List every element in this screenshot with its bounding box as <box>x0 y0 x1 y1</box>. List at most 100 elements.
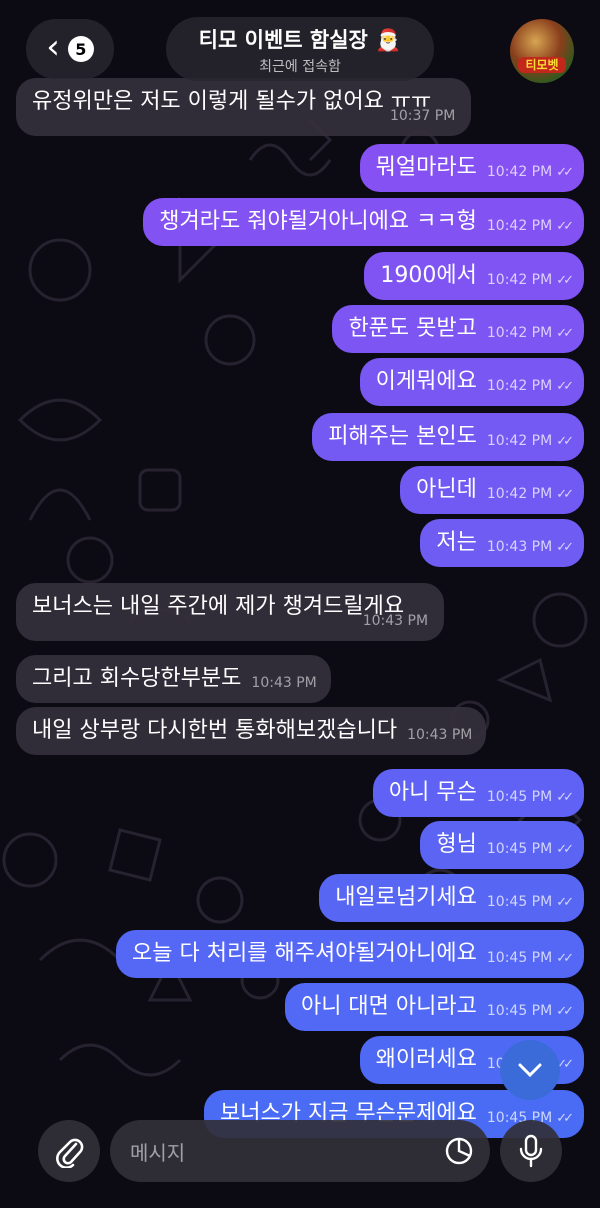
message-time: 10:43 PM ✓✓ <box>486 533 574 562</box>
message-text: 오늘 다 처리를 해주셔야될거아니에요 <box>132 941 477 966</box>
message-text: 아닌데 <box>416 477 477 502</box>
chat-status: 최근에 접속함 <box>259 59 341 75</box>
read-checkmarks-icon: ✓✓ <box>556 951 574 966</box>
outgoing-message[interactable]: 내일로넘기세요 10:45 PM ✓✓ <box>319 874 584 922</box>
message-text: 형님 <box>436 832 477 857</box>
outgoing-message[interactable]: 저는 10:43 PM ✓✓ <box>420 519 584 567</box>
chat-title-pill[interactable]: 티모 이벤트 함실장 🎅 최근에 접속함 <box>166 17 434 81</box>
time-label: 10:42 PM <box>486 164 553 180</box>
time-label: 10:45 PM <box>486 1003 553 1019</box>
outgoing-message[interactable]: 뭐얼마라도 10:42 PM ✓✓ <box>359 144 584 192</box>
time-label: 10:43 PM <box>251 675 317 691</box>
message-text: 아니 대면 아니라고 <box>300 994 477 1019</box>
message-time: 10:45 PM✓✓ <box>486 944 574 973</box>
read-checkmarks-icon: ✓✓ <box>556 219 574 234</box>
back-button[interactable]: ‹ 5 <box>26 19 114 79</box>
read-checkmarks-icon: ✓✓ <box>556 434 574 449</box>
message-time: 10:43 PM <box>407 721 472 749</box>
time-label: 10:42 PM <box>486 486 553 502</box>
scroll-down-button[interactable] <box>500 1040 560 1100</box>
time-label: 10:42 PM <box>486 378 553 394</box>
message-time: 10:42 PM ✓✓ <box>486 266 574 295</box>
message-time: 10:45 PM✓✓ <box>486 835 574 864</box>
outgoing-message[interactable]: 아니 무슨 10:45 PM ✓✓ <box>372 769 584 817</box>
message-time: 10:42 PM ✓✓ <box>486 480 574 509</box>
sticker-icon[interactable] <box>444 1136 474 1166</box>
time-label: 10:43 PM <box>407 727 473 743</box>
message-text: 내일로넘기세요 <box>335 885 477 910</box>
read-checkmarks-icon: ✓✓ <box>556 1004 574 1019</box>
read-checkmarks-icon: ✓✓ <box>556 487 574 502</box>
chat-title: 티모 이벤트 함실장 🎅 <box>198 28 402 52</box>
read-checkmarks-icon: ✓✓ <box>556 165 574 180</box>
time-label: 10:43 PM <box>486 539 553 555</box>
time-label: 10:45 PM <box>486 789 553 805</box>
message-text: 보너스는 내일 주간에 제가 챙겨드릴게요 <box>32 594 405 619</box>
message-time: 10:45 PM✓✓ <box>486 783 574 812</box>
message-time: 10:45 PM✓✓ <box>486 997 574 1026</box>
outgoing-message[interactable]: 피해주는 본인도 10:42 PM ✓✓ <box>312 413 584 461</box>
outgoing-message[interactable]: 형님 10:45 PM ✓✓ <box>420 821 584 869</box>
message-text: 한푼도 못받고 <box>348 316 477 341</box>
message-time: 10:42 PM ✓✓ <box>486 427 574 456</box>
message-text: 왜이러세요 <box>375 1047 477 1072</box>
read-checkmarks-icon: ✓✓ <box>556 540 574 555</box>
message-time: 10:43 PM <box>363 607 428 635</box>
time-label: 10:42 PM <box>486 325 553 341</box>
message-text: 유정위만은 저도 이렇게 될수가 없어요 ㅠㅠ <box>32 89 432 114</box>
read-checkmarks-icon: ✓✓ <box>556 1111 574 1126</box>
chevron-left-icon: ‹ <box>46 27 60 67</box>
outgoing-message[interactable]: 챙겨라도 줘야될거아니에요 ㅋㅋ형 10:42 PM ✓✓ <box>143 198 584 246</box>
message-text: 뭐얼마라도 <box>375 155 477 180</box>
message-text: 1900에서 <box>380 263 477 288</box>
read-checkmarks-icon: ✓✓ <box>556 326 574 341</box>
incoming-message[interactable]: 유정위만은 저도 이렇게 될수가 없어요 ㅠㅠ 10:37 PM <box>16 78 472 136</box>
microphone-button[interactable] <box>500 1120 562 1182</box>
message-list[interactable]: 유정위만은 저도 이렇게 될수가 없어요 ㅠㅠ 10:37 PM 뭐얼마라도 10:4… <box>0 0 600 1208</box>
message-text: 아니 무슨 <box>388 780 477 805</box>
message-text: 저는 <box>436 530 477 555</box>
paperclip-icon <box>56 1138 84 1168</box>
time-label: 10:43 PM <box>362 613 429 629</box>
message-time: 10:43 PM <box>251 669 316 697</box>
message-time: 10:42 PM ✓✓ <box>486 372 574 401</box>
outgoing-message[interactable]: 1900에서 10:42 PM ✓✓ <box>364 252 584 300</box>
read-checkmarks-icon: ✓✓ <box>556 842 574 857</box>
time-label: 10:45 PM <box>486 841 553 857</box>
outgoing-message[interactable]: 아니 대면 아니라고 10:45 PM ✓✓ <box>284 983 584 1031</box>
message-placeholder: 메시지 <box>130 1141 186 1165</box>
attach-button[interactable] <box>38 1120 100 1182</box>
microphone-icon <box>519 1134 543 1168</box>
message-time: 10:42 PM ✓✓ <box>486 158 574 187</box>
read-checkmarks-icon: ✓✓ <box>556 273 574 288</box>
incoming-message[interactable]: 그리고 회수당한부분도 10:43 PM <box>16 655 331 703</box>
avatar[interactable]: 티모벳 <box>510 19 574 83</box>
message-text: 내일 상부랑 다시한번 통화해보겠습니다 <box>32 718 398 743</box>
time-label: 10:45 PM <box>486 950 553 966</box>
incoming-message[interactable]: 내일 상부랑 다시한번 통화해보겠습니다 10:43 PM <box>16 707 487 755</box>
time-label: 10:42 PM <box>486 433 553 449</box>
time-label: 10:42 PM <box>486 218 553 234</box>
incoming-message[interactable]: 보너스는 내일 주간에 제가 챙겨드릴게요 10:43 PM <box>16 583 445 641</box>
time-label: 10:42 PM <box>486 272 553 288</box>
read-checkmarks-icon: ✓✓ <box>556 895 574 910</box>
time-label: 10:45 PM <box>486 894 553 910</box>
message-time: 10:42 PM ✓✓ <box>486 212 574 241</box>
outgoing-message[interactable]: 한푼도 못받고 10:42 PM ✓✓ <box>332 305 584 353</box>
read-checkmarks-icon: ✓✓ <box>556 379 574 394</box>
outgoing-message[interactable]: 오늘 다 처리를 해주셔야될거아니에요 10:45 PM ✓✓ <box>116 930 584 978</box>
unread-count-badge: 5 <box>67 36 94 62</box>
message-input[interactable]: 메시지 <box>110 1120 490 1182</box>
time-label: 10:37 PM <box>389 108 456 124</box>
message-text: 그리고 회수당한부분도 <box>32 666 242 691</box>
message-time: 10:37 PM <box>390 102 455 130</box>
read-checkmarks-icon: ✓✓ <box>556 790 574 805</box>
outgoing-message[interactable]: 아닌데 10:42 PM ✓✓ <box>400 466 584 514</box>
avatar-logo-text: 티모벳 <box>518 57 566 73</box>
chevron-down-icon <box>518 1063 542 1078</box>
message-time: 10:42 PM ✓✓ <box>486 319 574 348</box>
message-text: 이게뭐에요 <box>375 369 477 394</box>
outgoing-message[interactable]: 이게뭐에요 10:42 PM ✓✓ <box>359 358 584 406</box>
message-text: 피해주는 본인도 <box>328 424 477 449</box>
message-time: 10:45 PM✓✓ <box>486 888 574 917</box>
